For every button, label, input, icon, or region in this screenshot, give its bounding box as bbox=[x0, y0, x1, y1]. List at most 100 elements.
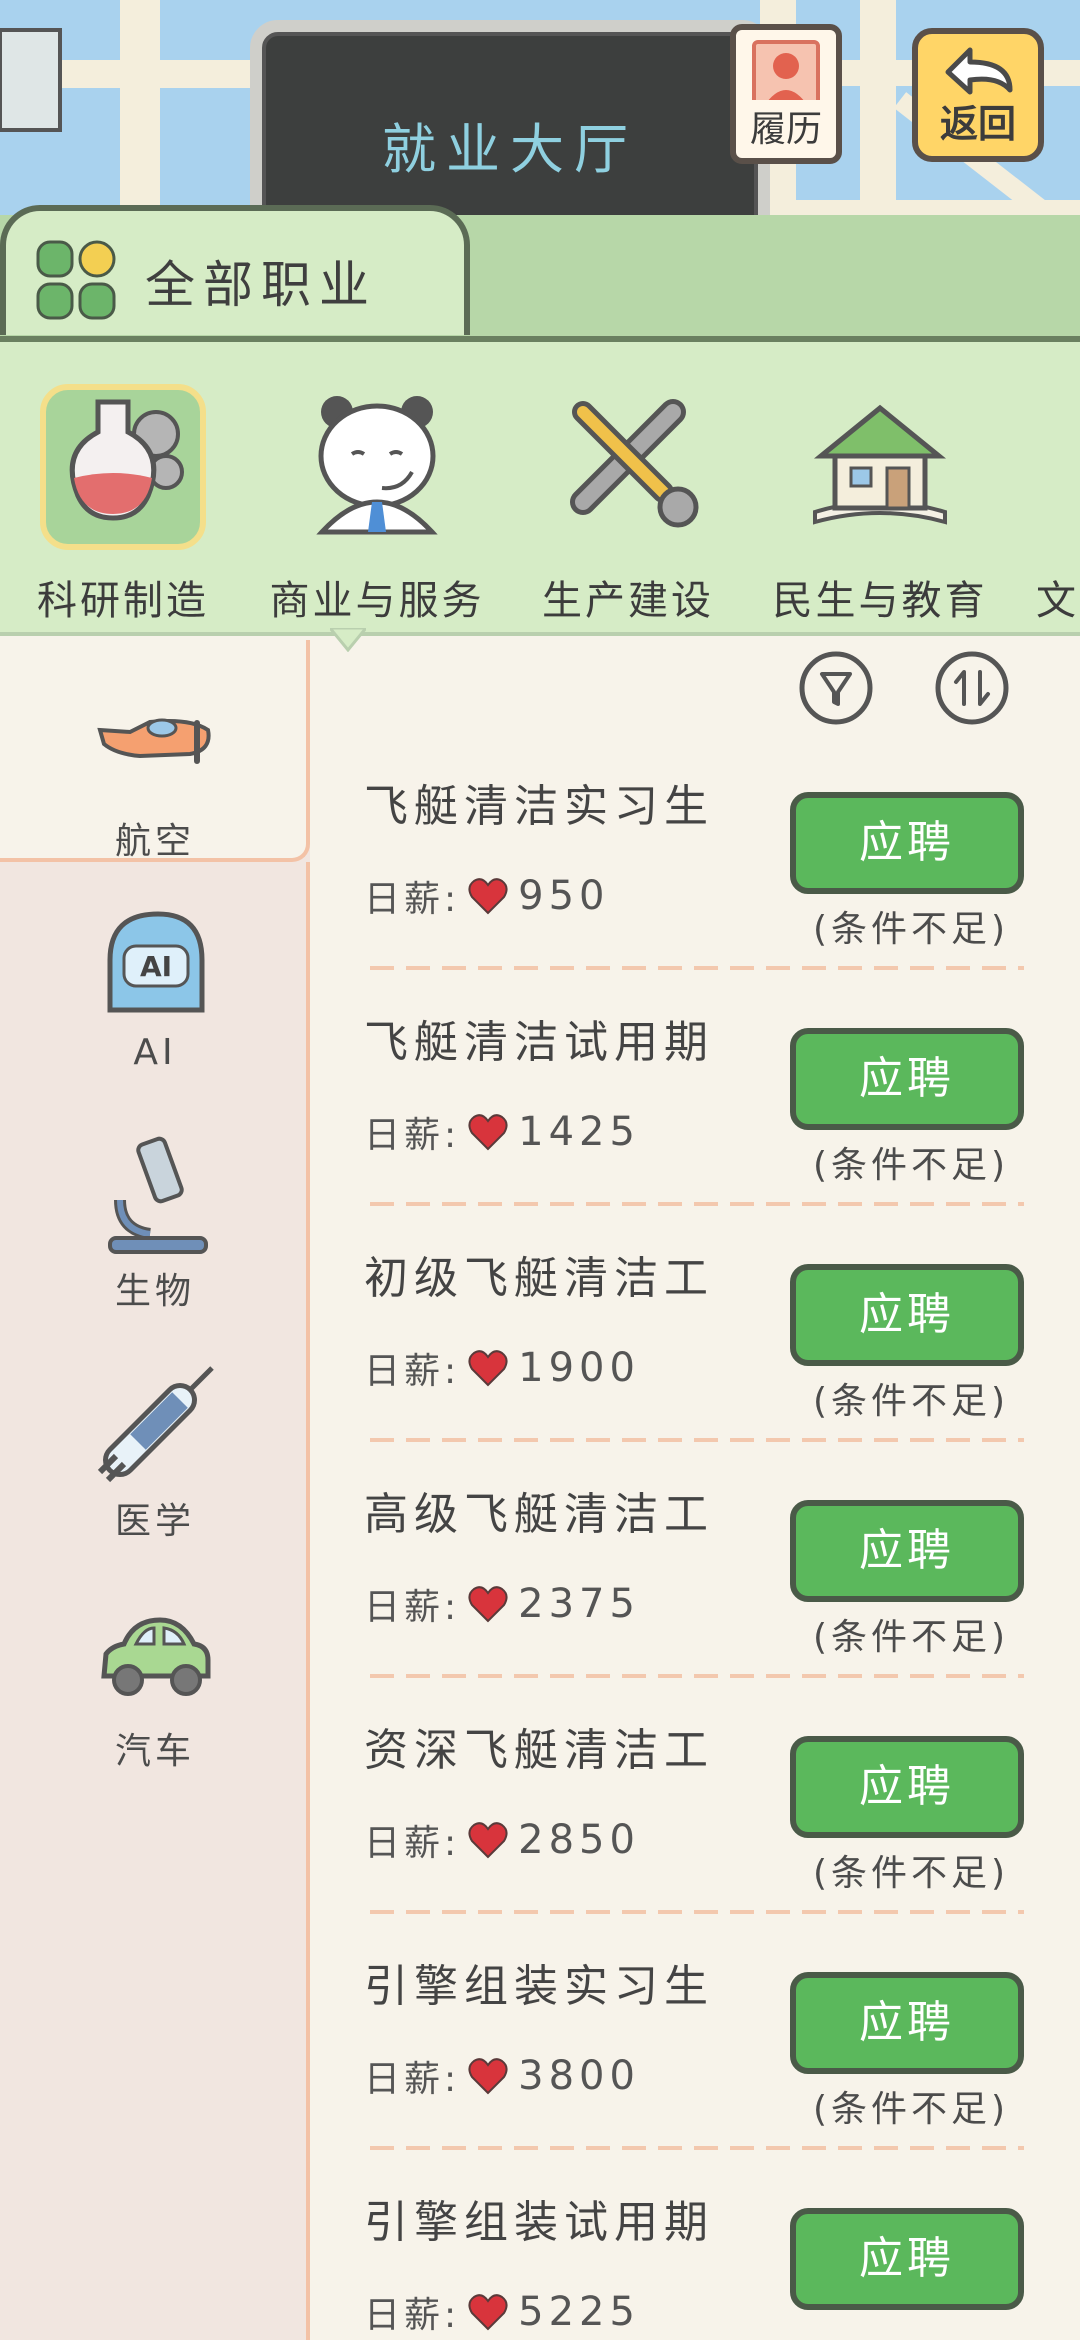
category-label: 科研制造 bbox=[37, 578, 209, 624]
heart-icon bbox=[468, 1822, 508, 1859]
page-title: 就业大厅 bbox=[382, 118, 638, 181]
syringe-icon bbox=[97, 1366, 214, 1483]
job-title: 高级飞艇清洁工 bbox=[364, 1489, 714, 1540]
heart-icon bbox=[468, 2294, 508, 2331]
category-production-construction[interactable]: 生产建设 bbox=[513, 372, 743, 632]
tab-all-careers-label: 全部职业 bbox=[145, 256, 377, 314]
subcategory-biology[interactable]: 生物 bbox=[0, 1130, 310, 1340]
job-title: 资深飞艇清洁工 bbox=[364, 1725, 714, 1776]
airplane-icon bbox=[97, 718, 211, 764]
panda-headset-icon bbox=[316, 396, 438, 535]
subcategory-medicine[interactable]: 医学 bbox=[0, 1360, 310, 1570]
salary-amount: 2850 bbox=[518, 1817, 640, 1863]
job-row: 引擎组装试用期 日薪: 5225 应聘 bbox=[364, 2186, 1024, 2340]
job-salary: 日薪: 1900 bbox=[364, 1342, 640, 1394]
apply-button[interactable]: 应聘 bbox=[790, 792, 1024, 894]
apply-status: (条件不足) bbox=[812, 1381, 1010, 1422]
back-label: 返回 bbox=[939, 102, 1016, 146]
subcategory-aviation[interactable]: 航空 bbox=[0, 680, 310, 890]
job-row: 飞艇清洁实习生 日薪: 950 应聘 (条件不足) bbox=[364, 770, 1024, 1006]
salary-label: 日薪: bbox=[364, 2059, 461, 2100]
job-title: 引擎组装实习生 bbox=[364, 1961, 714, 2012]
category-label: 文 bbox=[1036, 578, 1079, 624]
category-livelihood-education[interactable]: 民生与教育 bbox=[765, 372, 995, 632]
grid-icon bbox=[36, 240, 116, 320]
category-label: 民生与教育 bbox=[772, 578, 988, 624]
sort-icon[interactable] bbox=[934, 650, 1010, 726]
job-salary: 日薪: 3800 bbox=[364, 2050, 640, 2102]
subcategory-label: 生物 bbox=[114, 1271, 195, 1312]
salary-amount: 3800 bbox=[518, 2053, 640, 2099]
job-title: 初级飞艇清洁工 bbox=[364, 1253, 714, 1304]
resume-button[interactable]: 履历 bbox=[730, 24, 842, 164]
apply-button[interactable]: 应聘 bbox=[790, 1972, 1024, 2074]
resume-label: 履历 bbox=[736, 100, 836, 152]
apply-status: (条件不足) bbox=[812, 1617, 1010, 1658]
car-icon bbox=[101, 1617, 211, 1696]
heart-icon bbox=[468, 1350, 508, 1387]
salary-amount: 950 bbox=[518, 873, 610, 919]
job-title: 飞艇清洁试用期 bbox=[364, 1017, 714, 1068]
svg-text:AI: AI bbox=[140, 950, 172, 983]
subcategory-label: 航空 bbox=[114, 821, 195, 862]
subcategory-label: 医学 bbox=[114, 1501, 195, 1542]
microscope-icon bbox=[108, 1136, 208, 1254]
job-salary: 日薪: 1425 bbox=[364, 1106, 640, 1158]
apply-button[interactable]: 应聘 bbox=[790, 1028, 1024, 1130]
apply-status: (条件不足) bbox=[812, 1145, 1010, 1186]
house-book-icon bbox=[813, 404, 947, 525]
filter-icon[interactable] bbox=[798, 650, 874, 726]
subcategory-label: 汽车 bbox=[114, 1731, 195, 1772]
salary-label: 日薪: bbox=[364, 879, 461, 920]
row-divider bbox=[370, 1438, 1024, 1442]
category-label: 生产建设 bbox=[542, 578, 714, 624]
row-divider bbox=[370, 2146, 1024, 2150]
salary-amount: 1425 bbox=[518, 1109, 640, 1155]
job-row: 资深飞艇清洁工 日薪: 2850 应聘 (条件不足) bbox=[364, 1714, 1024, 1950]
salary-amount: 2375 bbox=[518, 1581, 640, 1627]
salary-amount: 1900 bbox=[518, 1345, 640, 1391]
salary-label: 日薪: bbox=[364, 1115, 461, 1156]
category-culture-partial[interactable]: 文 bbox=[1020, 372, 1080, 632]
salary-label: 日薪: bbox=[364, 1351, 461, 1392]
category-strip: 科研制造 商业与服务 生产建设 民生与教育 文 bbox=[0, 336, 1080, 636]
heart-icon bbox=[468, 1114, 508, 1151]
apply-button[interactable]: 应聘 bbox=[790, 2208, 1024, 2310]
category-business-service[interactable]: 商业与服务 bbox=[262, 372, 492, 632]
apply-button[interactable]: 应聘 bbox=[790, 1500, 1024, 1602]
job-salary: 日薪: 5225 bbox=[364, 2286, 640, 2338]
salary-label: 日薪: bbox=[364, 1587, 461, 1628]
job-row: 高级飞艇清洁工 日薪: 2375 应聘 (条件不足) bbox=[364, 1478, 1024, 1714]
job-salary: 日薪: 2375 bbox=[364, 1578, 640, 1630]
back-button[interactable]: 返回 bbox=[912, 28, 1044, 162]
heart-icon bbox=[468, 2058, 508, 2095]
subcategory-label: AI bbox=[133, 1032, 177, 1073]
subcategory-ai[interactable]: AI AI bbox=[0, 900, 310, 1110]
apply-status: (条件不足) bbox=[812, 1853, 1010, 1894]
flask-gear-icon bbox=[69, 399, 184, 521]
row-divider bbox=[370, 966, 1024, 970]
ai-head-icon: AI bbox=[107, 911, 205, 1013]
job-salary: 日薪: 2850 bbox=[364, 1814, 640, 1866]
heart-icon bbox=[468, 1586, 508, 1623]
heart-icon bbox=[468, 878, 508, 915]
subcategory-automotive[interactable]: 汽车 bbox=[0, 1590, 310, 1800]
salary-label: 日薪: bbox=[364, 2295, 461, 2336]
job-row: 飞艇清洁试用期 日薪: 1425 应聘 (条件不足) bbox=[364, 1006, 1024, 1242]
job-title: 飞艇清洁实习生 bbox=[364, 781, 714, 832]
row-divider bbox=[370, 1202, 1024, 1206]
tools-icon bbox=[570, 399, 699, 528]
job-title: 引擎组装试用期 bbox=[364, 2197, 714, 2248]
row-divider bbox=[370, 1674, 1024, 1678]
apply-status: (条件不足) bbox=[812, 2089, 1010, 2130]
apply-button[interactable]: 应聘 bbox=[790, 1736, 1024, 1838]
category-label: 商业与服务 bbox=[269, 578, 485, 624]
row-divider bbox=[370, 1910, 1024, 1914]
salary-label: 日薪: bbox=[364, 1823, 461, 1864]
salary-amount: 5225 bbox=[518, 2289, 640, 2335]
job-row: 引擎组装实习生 日薪: 3800 应聘 (条件不足) bbox=[364, 1950, 1024, 2186]
selected-pointer bbox=[330, 628, 366, 652]
apply-button[interactable]: 应聘 bbox=[790, 1264, 1024, 1366]
category-research-manufacturing[interactable]: 科研制造 bbox=[8, 372, 238, 632]
job-row: 初级飞艇清洁工 日薪: 1900 应聘 (条件不足) bbox=[364, 1242, 1024, 1478]
